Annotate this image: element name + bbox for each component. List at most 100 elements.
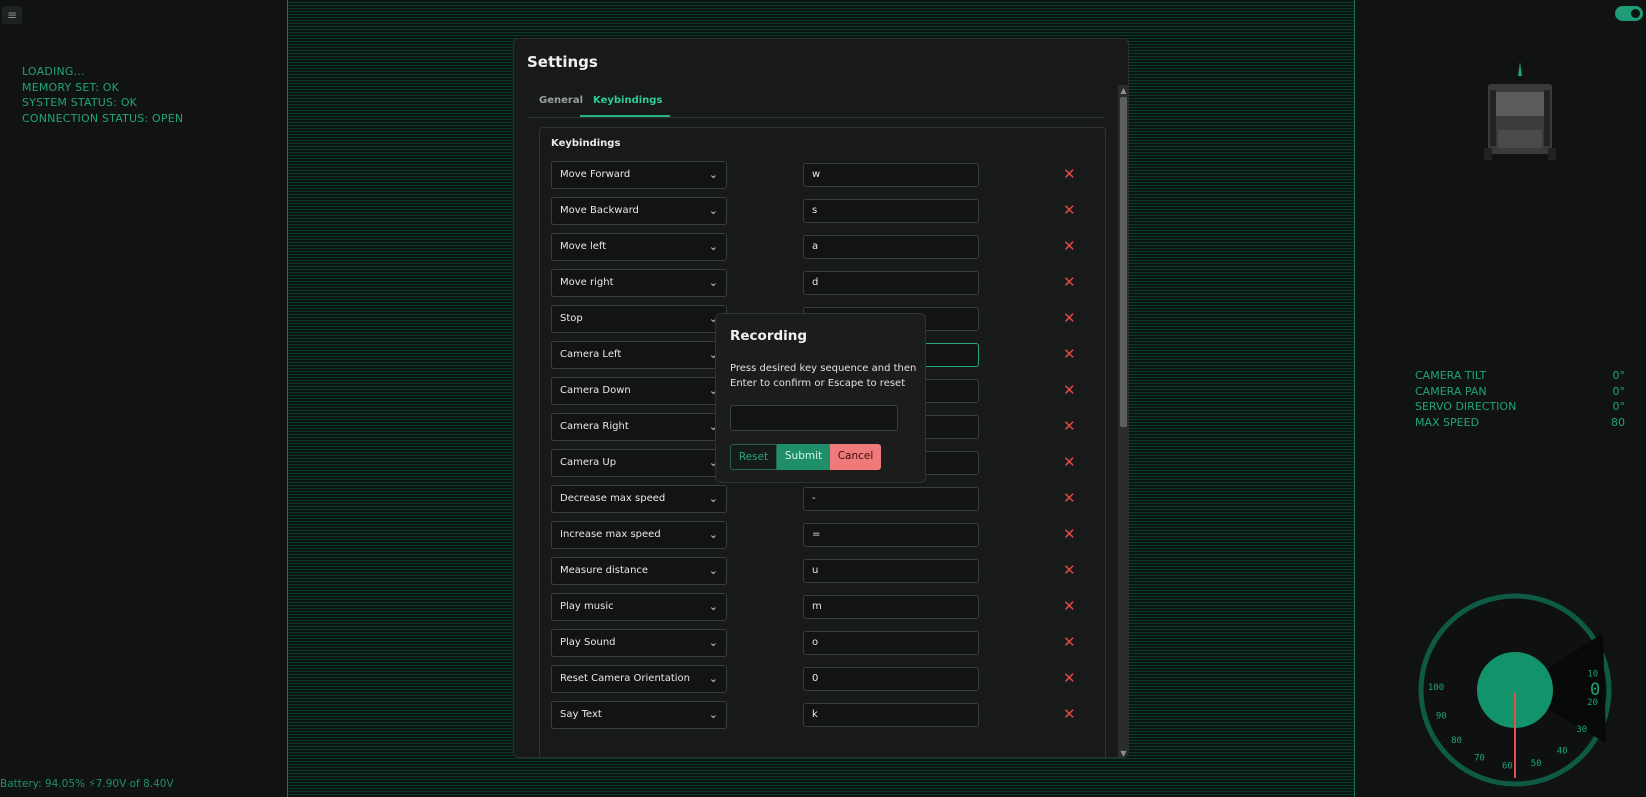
scrollbar-thumb[interactable] <box>1120 97 1127 427</box>
delete-icon[interactable]: ✕ <box>1063 668 1076 688</box>
action-select[interactable]: Move Forward ⌄ <box>551 161 727 189</box>
delete-icon[interactable]: ✕ <box>1063 524 1076 544</box>
gauge-tick-label: 50 <box>1531 759 1542 769</box>
key-input[interactable]: u <box>803 559 979 583</box>
action-select[interactable]: Reset Camera Orientation ⌄ <box>551 665 727 693</box>
action-label: Decrease max speed <box>560 493 666 504</box>
action-label: Move left <box>560 241 607 252</box>
gauge-tick-label: 100 <box>1428 683 1444 693</box>
key-input[interactable]: 0 <box>803 667 979 691</box>
keybinding-row: Play music ⌄ m ✕ <box>551 593 1081 621</box>
telemetry-label: CAMERA TILT <box>1415 369 1487 382</box>
delete-icon[interactable]: ✕ <box>1063 452 1076 472</box>
gauge-tick-label: 70 <box>1474 754 1485 764</box>
keybinding-row: Move Forward ⌄ w ✕ <box>551 161 1081 189</box>
telemetry-value: 0° <box>1612 369 1626 382</box>
status-line: CONNECTION STATUS: OPEN <box>22 111 184 125</box>
chevron-down-icon: ⌄ <box>708 528 718 541</box>
recording-buttons: Reset Submit Cancel <box>730 444 881 470</box>
action-label: Move Backward <box>560 205 639 216</box>
action-select[interactable]: Play Sound ⌄ <box>551 629 727 657</box>
telemetry-row: CAMERA TILT 0° <box>1415 368 1625 384</box>
key-input[interactable]: w <box>803 163 979 187</box>
action-select[interactable]: Play music ⌄ <box>551 593 727 621</box>
gauge-tick-label: 10 <box>1587 669 1598 679</box>
tab-general[interactable]: General <box>539 95 583 106</box>
action-label: Increase max speed <box>560 529 661 540</box>
delete-icon[interactable]: ✕ <box>1063 704 1076 724</box>
key-input[interactable]: k <box>803 703 979 727</box>
chevron-down-icon: ⌄ <box>708 276 718 289</box>
chevron-down-icon: ⌄ <box>708 564 718 577</box>
action-select[interactable]: Decrease max speed ⌄ <box>551 485 727 513</box>
theme-toggle[interactable] <box>1615 6 1643 21</box>
keybinding-row: Move Backward ⌄ s ✕ <box>551 197 1081 225</box>
telemetry-label: SERVO DIRECTION <box>1415 400 1517 413</box>
menu-icon[interactable]: ≡ <box>2 6 22 24</box>
telemetry-panel: CAMERA TILT 0° CAMERA PAN 0° SERVO DIRECTI… <box>1415 368 1625 430</box>
action-select[interactable]: Stop ⌄ <box>551 305 727 333</box>
action-select[interactable]: Camera Right ⌄ <box>551 413 727 441</box>
chevron-down-icon: ⌄ <box>708 204 718 217</box>
cancel-button[interactable]: Cancel <box>830 444 881 470</box>
action-select[interactable]: Increase max speed ⌄ <box>551 521 727 549</box>
action-select[interactable]: Say Text ⌄ <box>551 701 727 729</box>
key-input[interactable]: o <box>803 631 979 655</box>
delete-icon[interactable]: ✕ <box>1063 488 1076 508</box>
tab-keybindings[interactable]: Keybindings <box>593 95 662 106</box>
status-line: SYSTEM STATUS: OK <box>22 96 138 109</box>
chevron-down-icon: ⌄ <box>708 600 718 613</box>
keybinding-row: Measure distance ⌄ u ✕ <box>551 557 1081 585</box>
keybinding-row: Play Sound ⌄ o ✕ <box>551 629 1081 657</box>
settings-scrollbar[interactable]: ▲ ▼ <box>1118 85 1128 757</box>
robot-icon <box>1484 62 1556 160</box>
delete-icon[interactable]: ✕ <box>1063 380 1076 400</box>
battery-status: Battery: 94.05% ⚡7.90V of 8.40V <box>0 778 174 790</box>
reset-button[interactable]: Reset <box>730 444 777 470</box>
action-select[interactable]: Measure distance ⌄ <box>551 557 727 585</box>
chevron-down-icon: ⌄ <box>708 168 718 181</box>
scroll-down-icon[interactable]: ▼ <box>1119 749 1128 757</box>
key-input[interactable]: m <box>803 595 979 619</box>
action-select[interactable]: Move Backward ⌄ <box>551 197 727 225</box>
delete-icon[interactable]: ✕ <box>1063 308 1076 328</box>
submit-button[interactable]: Submit <box>777 444 830 470</box>
telemetry-label: CAMERA PAN <box>1415 384 1487 398</box>
delete-icon[interactable]: ✕ <box>1063 596 1076 616</box>
delete-icon[interactable]: ✕ <box>1063 632 1076 652</box>
delete-icon[interactable]: ✕ <box>1063 236 1076 256</box>
delete-icon[interactable]: ✕ <box>1063 200 1076 220</box>
chevron-down-icon: ⌄ <box>708 708 718 721</box>
gauge-tick-label: 80 <box>1451 736 1462 746</box>
action-label: Measure distance <box>560 565 649 576</box>
gauge-tick-label: 40 <box>1557 746 1568 756</box>
key-input[interactable]: a <box>803 235 979 259</box>
scroll-up-icon[interactable]: ▲ <box>1119 86 1128 95</box>
action-select[interactable]: Camera Down ⌄ <box>551 377 727 405</box>
action-select[interactable]: Camera Up ⌄ <box>551 449 727 477</box>
telemetry-row: CAMERA PAN 0° <box>1415 384 1625 400</box>
delete-icon[interactable]: ✕ <box>1063 416 1076 436</box>
action-select[interactable]: Move right ⌄ <box>551 269 727 297</box>
delete-icon[interactable]: ✕ <box>1063 272 1076 292</box>
delete-icon[interactable]: ✕ <box>1063 344 1076 364</box>
action-select[interactable]: Move left ⌄ <box>551 233 727 261</box>
telemetry-row: MAX SPEED 80 <box>1415 415 1625 431</box>
chevron-down-icon: ⌄ <box>708 492 718 505</box>
key-input[interactable]: - <box>803 487 979 511</box>
recording-modal: Recording Press desired key sequence and… <box>715 313 926 483</box>
keybinding-row: Move left ⌄ a ✕ <box>551 233 1081 261</box>
action-label: Camera Down <box>560 385 631 396</box>
telemetry-value: 0° <box>1612 384 1626 398</box>
status-log: LOADING... MEMORY SET: OK SYSTEM STATUS:… <box>22 64 183 126</box>
key-input[interactable]: s <box>803 199 979 223</box>
key-input[interactable]: d <box>803 271 979 295</box>
gauge-tick-label: 90 <box>1436 712 1447 722</box>
delete-icon[interactable]: ✕ <box>1063 164 1076 184</box>
key-input[interactable]: = <box>803 523 979 547</box>
recording-input[interactable] <box>730 405 898 431</box>
delete-icon[interactable]: ✕ <box>1063 560 1076 580</box>
keybinding-row: Increase max speed ⌄ = ✕ <box>551 521 1081 549</box>
telemetry-value: 0° <box>1612 400 1626 413</box>
action-select[interactable]: Camera Left ⌄ <box>551 341 727 369</box>
